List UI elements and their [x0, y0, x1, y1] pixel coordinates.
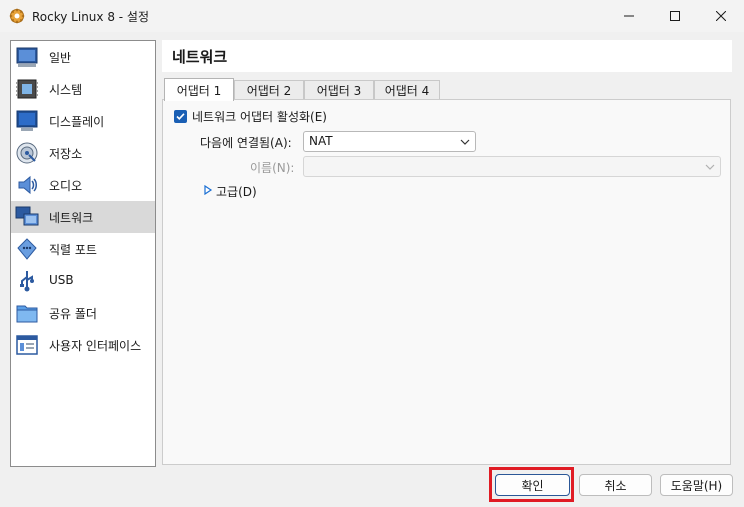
sidebar-item-label: 디스플레이 [49, 115, 105, 129]
maximize-button[interactable] [652, 0, 698, 32]
sidebar-item-system[interactable]: 시스템 [11, 73, 155, 105]
advanced-toggle[interactable]: 고급(D) [216, 183, 257, 200]
enable-adapter-checkbox[interactable] [174, 110, 187, 123]
storage-icon [16, 142, 38, 164]
tab-adapter-1[interactable]: 어댑터 1 [164, 78, 234, 101]
display-icon [16, 110, 38, 131]
sidebar-item-user-interface[interactable]: 사용자 인터페이스 [11, 329, 155, 361]
app-gear-icon [9, 8, 25, 24]
user-interface-icon [16, 335, 38, 355]
maximize-icon [670, 11, 680, 21]
sidebar-item-storage[interactable]: 저장소 [11, 137, 155, 169]
tab-adapter-3[interactable]: 어댑터 3 [304, 80, 374, 100]
settings-sidebar: 일반 시스템 디스플레이 저장소 오디오 네트워크 직렬 포트 USB 공유 폴… [10, 40, 156, 467]
expand-arrow-icon[interactable] [203, 185, 213, 195]
sidebar-item-serial-port[interactable]: 직렬 포트 [11, 233, 155, 265]
sidebar-item-label: 일반 [49, 51, 72, 65]
title-bar: Rocky Linux 8 - 설정 [0, 0, 744, 32]
usb-icon [20, 271, 34, 292]
section-title: 네트워크 [172, 48, 228, 66]
close-button[interactable] [698, 0, 744, 32]
system-icon [16, 79, 38, 99]
checkmark-icon [176, 113, 185, 120]
section-header: 네트워크 [162, 40, 732, 72]
sidebar-item-network[interactable]: 네트워크 [11, 201, 155, 233]
enable-adapter-label[interactable]: 네트워크 어댑터 활성화(E) [192, 108, 327, 125]
ok-button[interactable]: 확인 [495, 474, 570, 496]
name-select[interactable] [303, 156, 721, 177]
help-button[interactable]: 도움말(H) [660, 474, 733, 496]
attached-to-select[interactable]: NAT [303, 131, 476, 152]
sidebar-item-general[interactable]: 일반 [11, 41, 155, 73]
attached-to-label: 다음에 연결됨(A): [200, 136, 292, 150]
minimize-button[interactable] [606, 0, 652, 32]
general-icon [16, 47, 38, 67]
sidebar-item-audio[interactable]: 오디오 [11, 169, 155, 201]
tab-adapter-4[interactable]: 어댑터 4 [374, 80, 440, 100]
sidebar-item-label: 직렬 포트 [49, 243, 97, 257]
sidebar-item-label: 저장소 [49, 147, 83, 161]
sidebar-item-label: 공유 폴더 [49, 307, 97, 321]
serial-port-icon [17, 238, 37, 260]
audio-icon [18, 175, 37, 195]
tab-adapter-2[interactable]: 어댑터 2 [234, 80, 304, 100]
sidebar-item-usb[interactable]: USB [11, 265, 155, 297]
sidebar-item-label: 네트워크 [49, 211, 94, 225]
sidebar-item-label: 오디오 [49, 179, 83, 193]
sidebar-item-label: 시스템 [49, 83, 83, 97]
close-icon [716, 11, 726, 21]
network-icon [15, 206, 39, 226]
cancel-button[interactable]: 취소 [579, 474, 652, 496]
attached-to-value: NAT [309, 134, 333, 148]
sidebar-item-display[interactable]: 디스플레이 [11, 105, 155, 137]
sidebar-item-label: USB [49, 273, 74, 287]
sidebar-item-label: 사용자 인터페이스 [49, 339, 142, 353]
adapter-tab-panel: 네트워크 어댑터 활성화(E) 다음에 연결됨(A): NAT 이름(N): 고… [162, 99, 731, 465]
chevron-down-icon [705, 164, 715, 170]
name-label: 이름(N): [250, 161, 295, 175]
shared-folder-icon [16, 305, 38, 323]
window-title: Rocky Linux 8 - 설정 [32, 10, 149, 24]
sidebar-item-shared-folders[interactable]: 공유 폴더 [11, 297, 155, 329]
chevron-down-icon [460, 139, 470, 145]
minimize-icon [624, 15, 634, 17]
settings-content: 네트워크 어댑터 1 어댑터 2 어댑터 3 어댑터 4 네트워크 어댑터 활성… [162, 40, 732, 467]
